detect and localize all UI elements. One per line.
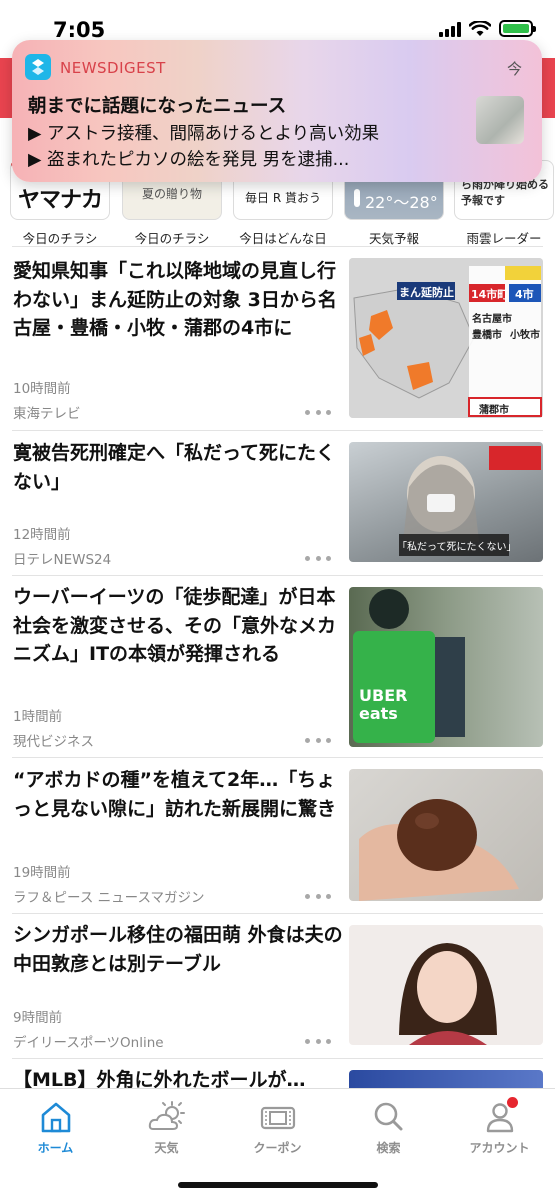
article-item[interactable]: ウーバーイーツの「徒歩配達」が日本社会を激変させる、その「意外なメカニズム」IT…	[0, 575, 555, 757]
article-time: 12時間前	[13, 527, 71, 543]
article-time: 10時間前	[13, 381, 71, 397]
more-options-icon[interactable]	[305, 554, 331, 562]
tab-coupon[interactable]: クーポン	[222, 1099, 333, 1156]
article-item[interactable]: シンガポール移住の福田萌 外食は夫の中田敦彦とは別テーブル 9時間前 デイリース…	[0, 913, 555, 1058]
article-image: まん延防止 14市町 4市 名古屋市 豊橋市 小牧市 蒲郡市	[349, 258, 543, 418]
divider	[12, 757, 543, 758]
divider	[12, 1058, 543, 1059]
article-title: シンガポール移住の福田萌 外食は夫の中田敦彦とは別テーブル	[13, 924, 343, 975]
divider	[12, 246, 543, 247]
shortcut-label: 今日のチラシ	[22, 231, 98, 246]
image-sub-text: 蒲郡市	[479, 405, 509, 416]
article-image: UBER eats	[349, 587, 543, 747]
article-time: 19時間前	[13, 865, 71, 881]
notification-time: 今	[506, 60, 522, 78]
push-notification[interactable]: NEWSDIGEST 今 朝までに話題になったニュース ▶ アストラ接種、間隔あ…	[12, 40, 542, 182]
tab-label: ホーム	[37, 1141, 74, 1155]
divider	[12, 575, 543, 576]
article-item[interactable]: “アボカドの種”を植えて2年…「ちょっと見ない隙に」訪れた新展開に驚き 19時間…	[0, 757, 555, 913]
article-item[interactable]: 【MLB】外角に外れたボールが…	[0, 1058, 555, 1088]
shortcut-thumb-text: 22°〜28°	[365, 193, 438, 212]
more-options-icon[interactable]	[305, 1037, 331, 1045]
home-icon	[36, 1099, 76, 1135]
battery-icon	[499, 20, 536, 37]
article-image	[349, 1070, 543, 1088]
divider	[12, 913, 543, 914]
image-sub-text: 小牧市	[510, 330, 540, 341]
tab-label: アカウント	[469, 1141, 530, 1155]
shortcut-thumb-text: 夏の贈り物	[141, 187, 202, 201]
more-options-icon[interactable]	[305, 408, 331, 416]
shortcut-label: 雨雲レーダー	[466, 231, 542, 246]
article-title: 【MLB】外角に外れたボールが…	[13, 1069, 306, 1088]
more-options-icon[interactable]	[305, 736, 331, 744]
home-indicator	[178, 1182, 378, 1188]
notification-thumbnail	[476, 96, 524, 144]
status-icons	[439, 20, 536, 37]
newsdigest-app-icon	[25, 54, 51, 80]
article-image: 「私だって死にたくない」	[349, 442, 543, 562]
shortcut-label: 天気予報	[368, 231, 419, 246]
shortcut-thumb-text: 毎日 R 貰おう	[245, 191, 321, 205]
image-sub-text: 豊橋市	[472, 330, 502, 341]
image-caption: 「私だって死にたくない」	[397, 542, 517, 553]
thermometer-icon	[354, 189, 360, 207]
article-title: 寛被告死刑確定へ「私だって死にたくない」	[13, 442, 336, 493]
avocado-seed-graphic	[359, 799, 519, 901]
shortcut-label: 今日はどんな日	[239, 231, 327, 246]
more-options-icon[interactable]	[305, 892, 331, 900]
image-sub-text: 名古屋市	[472, 314, 512, 325]
notification-line: ▶ アストラ接種、間隔あけるとより高い効果	[28, 124, 380, 144]
shortcut-thumb-text: ら雨が降り始める予報です	[461, 178, 549, 207]
article-title: ウーバーイーツの「徒歩配達」が日本社会を激変させる、その「意外なメカニズム」IT…	[13, 586, 337, 665]
article-time: 1時間前	[13, 709, 63, 725]
article-title: 愛知県知事「これ以降地域の見直し行わない」まん延防止の対象 3日から名古屋・豊橋…	[13, 260, 337, 339]
image-sub-text: 14市町	[471, 288, 509, 301]
tab-label: 検索	[376, 1141, 401, 1155]
article-item[interactable]: 寛被告死刑確定へ「私だって死にたくない」 12時間前 日テレNEWS24 「私だ…	[0, 430, 555, 575]
article-image	[349, 925, 543, 1045]
article-source: 現代ビジネス	[13, 734, 94, 750]
article-source: 日テレNEWS24	[13, 552, 112, 568]
image-caption: UBER eats	[359, 686, 408, 723]
shortcut-label: 今日のチラシ	[134, 231, 210, 246]
tab-home[interactable]: ホーム	[0, 1099, 111, 1156]
image-sub-text: 4市	[515, 288, 534, 301]
divider	[12, 430, 543, 431]
search-icon	[369, 1099, 409, 1135]
article-source: ラフ＆ピース ニュースマガジン	[13, 890, 205, 906]
wifi-icon	[469, 20, 491, 36]
cellular-signal-icon	[439, 21, 461, 37]
article-title: “アボカドの種”を植えて2年…「ちょっと見ない隙に」訪れた新展開に驚き	[13, 769, 337, 820]
article-time: 9時間前	[13, 1010, 63, 1026]
article-source: デイリースポーツOnline	[13, 1035, 164, 1051]
weather-icon	[147, 1099, 187, 1135]
delivery-bag-graphic	[353, 589, 465, 743]
portrait-graphic	[399, 943, 497, 1045]
notification-line: ▶ 盗まれたピカソの絵を発見 男を逮捕...	[28, 150, 350, 170]
account-icon	[480, 1097, 520, 1135]
tab-label: クーポン	[253, 1141, 302, 1155]
tab-weather[interactable]: 天気	[111, 1099, 222, 1156]
article-image	[349, 769, 543, 901]
article-item[interactable]: 愛知県知事「これ以降地域の見直し行わない」まん延防止の対象 3日から名古屋・豊橋…	[0, 246, 555, 430]
tab-search[interactable]: 検索	[333, 1099, 444, 1156]
tab-label: 天気	[154, 1141, 179, 1155]
tab-account[interactable]: アカウント	[444, 1097, 555, 1156]
coupon-icon	[258, 1099, 298, 1135]
notification-app-name: NEWSDIGEST	[60, 59, 166, 77]
status-time: 7:05	[53, 18, 106, 42]
notification-title: 朝までに話題になったニュース	[28, 96, 287, 117]
shortcut-thumb-text: ヤマナカ	[17, 188, 103, 213]
notification-badge	[506, 1097, 518, 1108]
article-source: 東海テレビ	[13, 406, 81, 422]
image-caption: まん延防止	[399, 286, 454, 299]
